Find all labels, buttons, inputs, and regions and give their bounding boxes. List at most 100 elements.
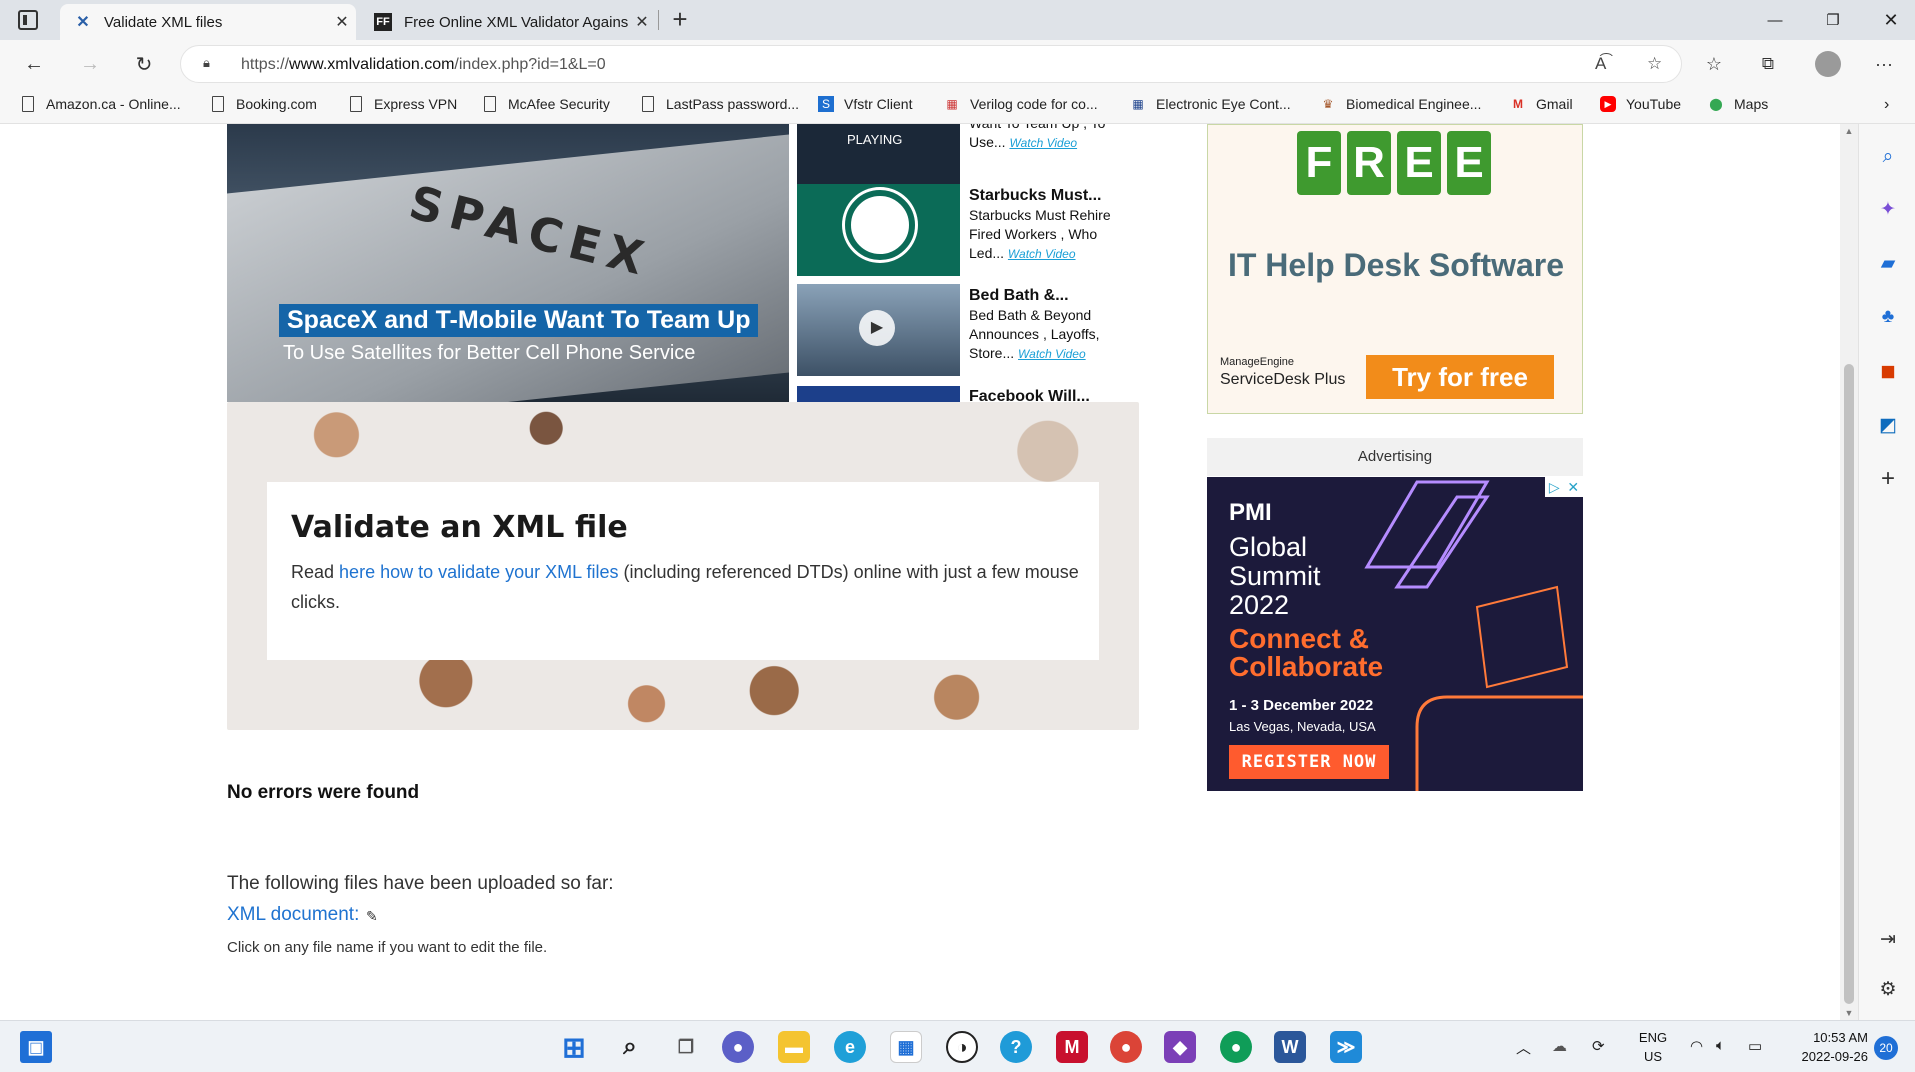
wifi-icon[interactable]: ◠ (1690, 1037, 1703, 1055)
read-aloud-icon[interactable]: A͡ (1595, 54, 1606, 74)
edge-icon[interactable]: e (834, 1031, 866, 1063)
start-windows-icon[interactable]: ⊞ (558, 1031, 590, 1063)
clock[interactable]: 10:53 AM 2022-09-26 (1788, 1028, 1869, 1066)
bookmarks-overflow-chevron-icon[interactable]: › (1884, 96, 1889, 114)
watch-video-link[interactable]: Watch Video (1008, 247, 1076, 261)
widgets-icon[interactable]: ▣ (20, 1031, 52, 1063)
video-thumbnail[interactable] (797, 184, 960, 276)
servicedesk-ad[interactable]: F R E E IT Help Desk Software ManageEngi… (1207, 124, 1583, 414)
lock-icon[interactable]: 🔒︎ (203, 55, 221, 73)
tab-free-xml-validator[interactable]: FF Free Online XML Validator Agains ✕ (360, 4, 656, 40)
video-list-item[interactable]: Facebook Will... (797, 386, 1137, 402)
bookmark-verilog[interactable]: ▦ Verilog code for co... (944, 96, 1097, 112)
task-view-icon[interactable]: ❐ (670, 1031, 702, 1063)
outlook-icon[interactable]: ◩ (1875, 412, 1901, 438)
file-explorer-icon[interactable]: ▬ (778, 1031, 810, 1063)
close-tab-icon[interactable]: ✕ (328, 12, 356, 32)
discover-sparkle-icon[interactable]: ✦ (1875, 196, 1901, 222)
games-icon[interactable]: ♣ (1875, 304, 1901, 330)
chrome-profile-icon[interactable]: ● (1220, 1031, 1252, 1063)
chat-icon[interactable]: ● (722, 1031, 754, 1063)
bookmark-express-vpn[interactable]: Express VPN (348, 96, 457, 112)
featured-video-player[interactable]: SPACEX SpaceX and T-Mobile Want To Team … (227, 124, 789, 402)
language-indicator[interactable]: ENG US (1637, 1028, 1669, 1066)
hide-sidebar-icon[interactable]: ⇥ (1875, 926, 1901, 952)
video-thumbnail[interactable]: ▶ (797, 284, 960, 376)
xml-document-link[interactable]: XML document: (227, 904, 359, 926)
more-menu-icon[interactable]: ··· (1866, 46, 1902, 82)
scrollbar-thumb[interactable] (1844, 364, 1854, 1004)
visual-studio-icon[interactable]: ◆ (1164, 1031, 1196, 1063)
try-for-free-button[interactable]: Try for free (1366, 355, 1554, 399)
word-icon[interactable]: W (1274, 1031, 1306, 1063)
battery-icon[interactable]: ▭ (1748, 1037, 1762, 1055)
video-list-item[interactable]: ▶ Bed Bath &... Bed Bath & Beyond Announ… (797, 284, 1137, 380)
page-icon (640, 96, 656, 112)
office-icon[interactable]: ◼ (1875, 358, 1901, 384)
video-title: Starbucks Must... (969, 187, 1102, 204)
close-window-icon[interactable]: ✕ (1862, 0, 1915, 40)
tab-actions-icon[interactable] (18, 10, 38, 30)
free-tags: F R E E (1294, 131, 1494, 211)
free-letter: E (1447, 131, 1491, 195)
scroll-up-icon[interactable]: ▲ (1840, 126, 1858, 136)
profile-avatar[interactable] (1810, 46, 1846, 82)
page-icon (348, 96, 364, 112)
watch-video-link[interactable]: Watch Video (1009, 136, 1077, 150)
bookmark-youtube[interactable]: ▶ YouTube (1600, 96, 1681, 112)
close-tab-icon[interactable]: ✕ (628, 12, 656, 32)
vscode-icon[interactable]: ≫ (1330, 1031, 1362, 1063)
vfstr-icon: S (818, 96, 834, 112)
volume-icon[interactable]: 🔈︎ (1716, 1037, 1725, 1054)
sidebar-settings-icon[interactable]: ⚙ (1875, 976, 1901, 1002)
restore-icon[interactable]: ❐ (1804, 0, 1862, 40)
shopping-icon[interactable]: ▰ (1875, 250, 1901, 276)
video-thumbnail[interactable] (797, 386, 960, 402)
address-bar[interactable]: 🔒︎ https://www.xmlvalidation.com/index.p… (180, 45, 1682, 83)
new-tab-icon[interactable]: + (664, 4, 696, 36)
bookmark-mcafee[interactable]: McAfee Security (482, 96, 610, 112)
video-subline: To Use Satellites for Better Cell Phone … (283, 342, 696, 364)
page-scrollbar[interactable]: ▲ ▼ (1840, 124, 1858, 1020)
refresh-icon[interactable]: ↻ (126, 46, 162, 82)
sync-icon[interactable]: ⟳ (1592, 1037, 1605, 1055)
minimize-icon[interactable]: — (1746, 0, 1804, 40)
add-favorite-icon[interactable]: ☆ (1647, 54, 1662, 74)
video-list-item[interactable]: Starbucks Must... Starbucks Must Rehire … (797, 184, 1137, 280)
how-to-validate-link[interactable]: here how to validate your XML files (339, 562, 618, 582)
show-hidden-icons-chevron-icon[interactable]: ︿ (1516, 1037, 1531, 1058)
watch-video-link[interactable]: Watch Video (1018, 347, 1086, 361)
help-icon[interactable]: ? (1000, 1031, 1032, 1063)
bookmark-electronic-eye[interactable]: ▦ Electronic Eye Cont... (1130, 96, 1290, 112)
bookmark-gmail[interactable]: M Gmail (1510, 96, 1573, 112)
notification-badge[interactable]: 20 (1874, 1036, 1898, 1060)
onedrive-cloud-icon[interactable]: ☁ (1552, 1037, 1567, 1055)
youtube-icon: ▶ (1600, 96, 1616, 112)
store-icon[interactable]: ▦ (890, 1031, 922, 1063)
page-title: Validate an XML file (291, 510, 628, 545)
back-icon[interactable]: ← (16, 46, 52, 82)
scroll-down-icon[interactable]: ▼ (1840, 1008, 1858, 1018)
pmi-summit-ad[interactable]: ▷ ✕ PMI Global Summit 2022 Connect & Coll… (1207, 477, 1583, 791)
bookmark-biomedical[interactable]: ♛ Biomedical Enginee... (1320, 96, 1482, 112)
collections-icon[interactable]: ⧉ (1750, 46, 1786, 82)
add-sidebar-app-icon[interactable]: + (1875, 465, 1901, 492)
advertising-label: Advertising (1207, 438, 1583, 476)
chrome-icon[interactable]: ● (1110, 1031, 1142, 1063)
edit-pencil-icon[interactable]: ✎ (366, 908, 378, 925)
page-icon (20, 96, 36, 112)
bookmark-booking[interactable]: Booking.com (210, 96, 317, 112)
favorites-icon[interactable]: ☆ (1696, 46, 1732, 82)
tab-validate-xml[interactable]: ✕ Validate XML files ✕ (60, 4, 356, 40)
taskbar-search-icon[interactable]: ⌕ (614, 1031, 646, 1063)
forward-icon[interactable]: → (72, 46, 108, 82)
bookmark-lastpass[interactable]: LastPass password... (640, 96, 799, 112)
app-icon[interactable]: ◑ (946, 1031, 978, 1063)
mcafee-icon[interactable]: M (1056, 1031, 1088, 1063)
search-icon[interactable]: ⌕ (1875, 144, 1901, 170)
bookmark-amazon[interactable]: Amazon.ca - Online... (20, 96, 181, 112)
bookmark-maps[interactable]: ⬤ Maps (1708, 96, 1768, 112)
gmail-icon: M (1513, 97, 1523, 111)
page-icon (482, 96, 498, 112)
bookmark-vfstr[interactable]: S Vfstr Client (818, 96, 912, 112)
